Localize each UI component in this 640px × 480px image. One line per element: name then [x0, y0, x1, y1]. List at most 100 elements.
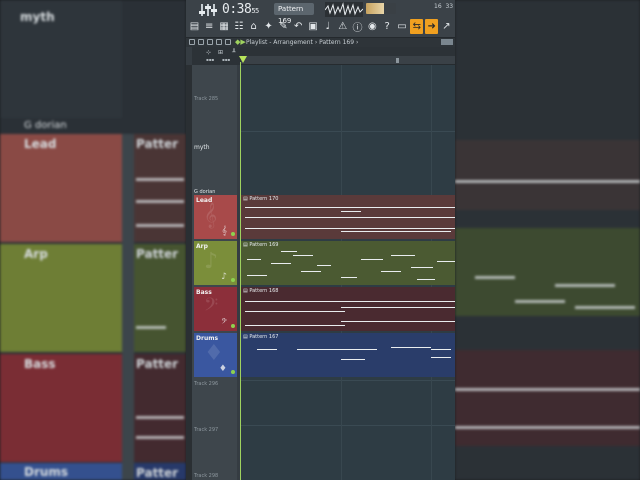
note: [245, 325, 345, 326]
window-mode-icon[interactable]: [216, 39, 222, 45]
note: [431, 357, 451, 358]
counter-readout: 16 33: [434, 3, 453, 10]
bg-note: [455, 426, 640, 429]
window-icon[interactable]: ▭: [396, 19, 409, 34]
pattern-clip-bass[interactable]: ▤ Pattern 168: [241, 287, 455, 331]
zoom-icon[interactable]: ⊹: [206, 49, 216, 56]
tool-row: ▤ ≡ ▦ ☷ ⌂ ✦ ✎ ↶ ▣ ♩ ⚠ ⓘ ◉ ? ▭ ⇆ ➜ ↗: [188, 19, 453, 37]
channel-rack-icon[interactable]: ☷: [232, 19, 245, 34]
track-header-lead[interactable]: 𝄞 Lead 𝄞: [194, 195, 237, 239]
tempo-icon[interactable]: ♩: [321, 19, 334, 34]
info-icon[interactable]: ⓘ: [351, 19, 364, 34]
note: [381, 271, 401, 272]
note: [245, 311, 345, 312]
note: [271, 263, 291, 264]
mute-led-icon[interactable]: [231, 370, 235, 374]
pattern-selector[interactable]: Pattern 169: [274, 3, 314, 25]
cpu-meter: [366, 3, 396, 14]
bg-lead-label: Lead: [24, 137, 57, 151]
clef-watermark-icon: 𝄢: [204, 295, 219, 320]
tool-icon[interactable]: ╨: [232, 49, 242, 56]
grid-line: [241, 131, 455, 132]
mute-led-icon[interactable]: [231, 232, 235, 236]
timeline-ruler[interactable]: [241, 56, 455, 65]
track-header-arp[interactable]: ♪ Arp ♪: [194, 241, 237, 285]
note: [431, 349, 451, 350]
window-options-icon[interactable]: [207, 39, 213, 45]
track-name: Lead: [196, 197, 213, 204]
note: [341, 307, 455, 308]
bg-bass-label: Bass: [24, 357, 56, 371]
plugin-icon[interactable]: ✦: [262, 19, 275, 34]
close-button[interactable]: [441, 39, 453, 45]
bg-lead-header: [0, 134, 122, 242]
sub-label-2: ▪▪▪: [222, 57, 231, 62]
clef-icon: 𝄞: [221, 226, 227, 236]
bg-pattern-label-3: Patter: [136, 357, 179, 371]
pattern-clip-arp[interactable]: ▤ Pattern 169: [241, 241, 455, 285]
pattern-clip-lead[interactable]: ▤ Pattern 170: [241, 195, 455, 239]
bg-drums-label: Drums: [24, 465, 69, 479]
save-icon[interactable]: ▣: [307, 19, 320, 34]
window-menu-icon[interactable]: [189, 39, 195, 45]
note: [247, 275, 267, 276]
note: [437, 261, 455, 262]
fl-studio-window: 0:3855 Pattern 169 16 33 ▤ ≡ ▦ ☷ ⌂ ✦ ✎ ↶…: [186, 0, 455, 480]
time-sub: 55: [251, 7, 259, 15]
track-name: Drums: [196, 335, 219, 342]
note: [341, 211, 361, 212]
note: [257, 349, 277, 350]
track-298-label: Track 298: [194, 473, 219, 479]
bg-strip: [122, 134, 134, 480]
mixer-view-icon[interactable]: ≡: [203, 19, 216, 34]
window-snap-icon[interactable]: [225, 39, 231, 45]
help-icon[interactable]: ?: [381, 19, 394, 34]
bg-note: [136, 224, 184, 227]
clef-watermark-icon: ♦: [204, 341, 224, 366]
playlist-titlebar: ◆▶ Playlist - Arrangement › Pattern 169 …: [186, 38, 455, 47]
mute-led-icon[interactable]: [231, 278, 235, 282]
mute-led-icon[interactable]: [231, 324, 235, 328]
clef-icon: 𝄢: [221, 318, 227, 328]
note: [245, 217, 455, 218]
next-icon[interactable]: ↗: [440, 19, 453, 34]
main-toolbar: 0:3855 Pattern 169 16 33 ▤ ≡ ▦ ☷ ⌂ ✦ ✎ ↶…: [186, 0, 455, 38]
pencil-icon[interactable]: ✎: [277, 19, 290, 34]
pattern-clip-drums[interactable]: ▤ Pattern 167: [241, 333, 455, 377]
bg-note: [136, 416, 184, 419]
metronome-icon[interactable]: ⚠: [336, 19, 349, 34]
bg-pattern-label-2: Patter: [136, 247, 179, 261]
clef-watermark-icon: ♪: [204, 249, 219, 274]
window-restore-icon[interactable]: [198, 39, 204, 45]
note: [361, 259, 383, 260]
track-name: Bass: [196, 289, 212, 296]
arrow-right-icon[interactable]: ➜: [425, 19, 439, 34]
screen: myth G dorian Lead Arp Bass Drums Patter…: [0, 0, 640, 480]
snap-icon[interactable]: ⇆: [410, 19, 424, 34]
bg-note: [455, 388, 640, 391]
transport-arrow-icon[interactable]: ◆▶: [235, 38, 246, 47]
track-header-drums[interactable]: ♦ Drums ♦: [194, 333, 237, 377]
bg-arp-label: Arp: [24, 247, 48, 261]
bg-note: [555, 284, 615, 287]
mixer-icon[interactable]: [199, 3, 219, 17]
time-main: 0:38: [222, 2, 252, 17]
titlebar-icons: [189, 39, 231, 45]
bg-arp-header: [0, 244, 122, 352]
record-icon[interactable]: ◉: [366, 19, 379, 34]
bg-note: [575, 306, 635, 309]
piano-roll-icon[interactable]: ▦: [218, 19, 231, 34]
note: [245, 228, 455, 229]
undo-icon[interactable]: ↶: [292, 19, 305, 34]
playlist-icon[interactable]: ▤: [188, 19, 201, 34]
bg-note: [515, 300, 565, 303]
bg-note: [136, 178, 184, 181]
note: [301, 271, 321, 272]
bg-note: [136, 326, 166, 329]
bg-bass-header: [0, 354, 122, 462]
snap-grid-icon[interactable]: ⊞: [218, 49, 228, 56]
note: [341, 277, 357, 278]
playlist-title: Playlist - Arrangement › Pattern 169 ›: [246, 39, 359, 46]
track-header-bass[interactable]: 𝄢 Bass 𝄢: [194, 287, 237, 331]
browser-icon[interactable]: ⌂: [247, 19, 260, 34]
